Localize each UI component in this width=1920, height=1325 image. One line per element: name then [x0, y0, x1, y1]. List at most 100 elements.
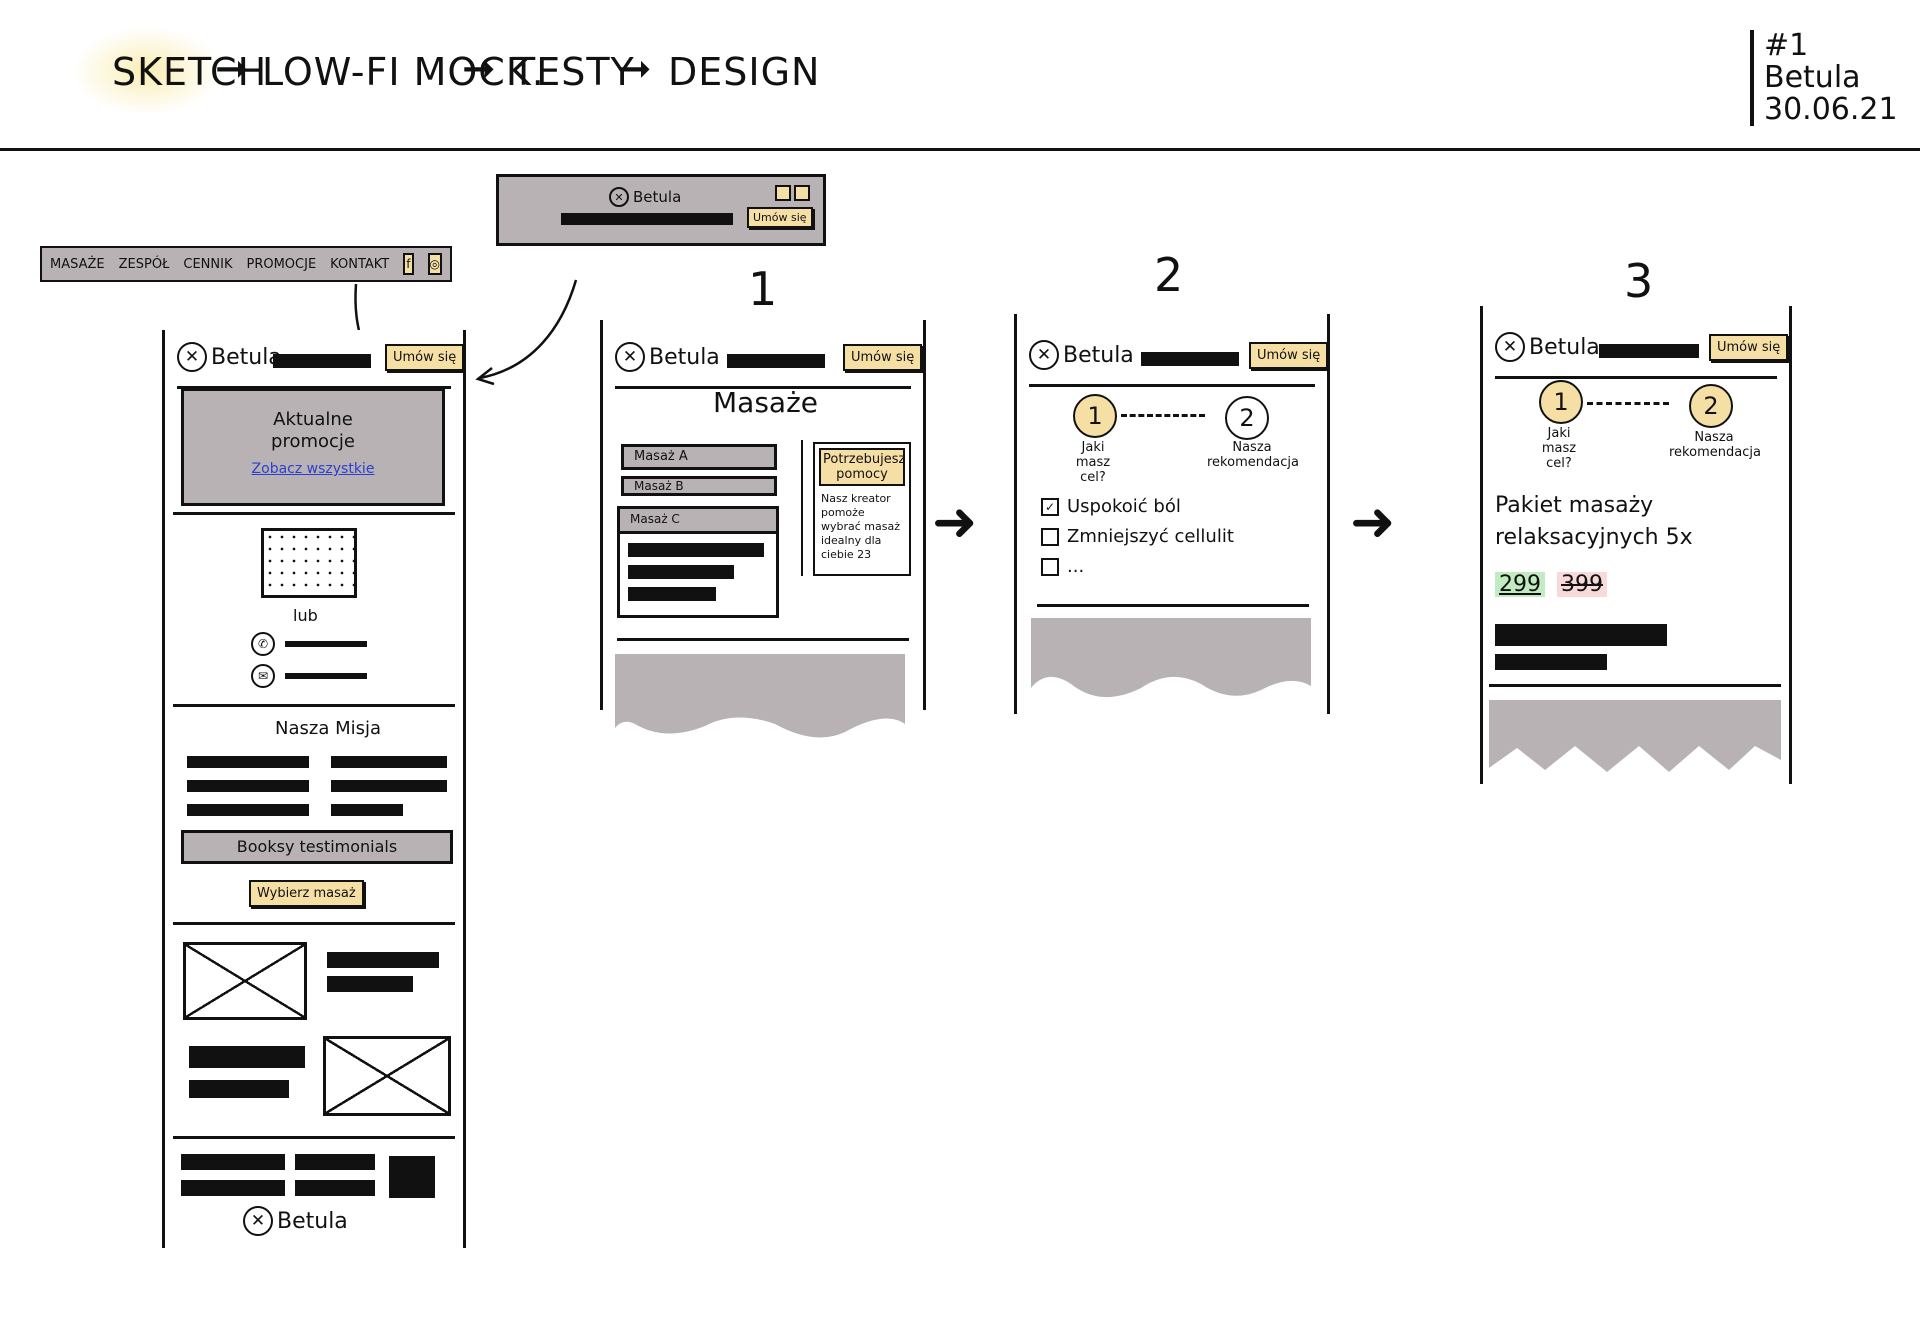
checkbox-icon[interactable] — [1041, 557, 1059, 576]
step-1-indicator: 1 — [1073, 394, 1117, 438]
nav-placeholder[interactable] — [727, 354, 825, 368]
footer-logo: ✕ Betula — [243, 1206, 348, 1236]
search-bar-placeholder[interactable] — [561, 213, 733, 225]
logo-icon: ✕ — [1495, 332, 1525, 362]
massage-item-b[interactable]: Masaż B — [621, 476, 777, 496]
facebook-icon[interactable]: f — [403, 253, 414, 275]
logo-icon: ✕ — [1029, 340, 1059, 370]
screen-logo: ✕ Betula — [1495, 332, 1600, 362]
feature-text-line — [327, 952, 439, 968]
email-icon[interactable]: ✉ — [251, 664, 275, 688]
screen-2-topbar: ✕ Betula Umów się — [1029, 332, 1329, 387]
book-button[interactable]: Umów się — [1709, 334, 1789, 361]
flow-step-lowfi: LOW-FI MOCK. — [262, 50, 545, 94]
phone-text-placeholder — [285, 641, 367, 647]
step-2-caption: Nasza rekomendacja — [1207, 440, 1299, 470]
section-divider — [173, 512, 455, 515]
nav-item-masaze[interactable]: MASAŻE — [50, 257, 105, 272]
book-button[interactable]: Umów się — [1249, 342, 1329, 369]
help-box[interactable]: Potrzebujesz pomocy Nasz kreator pomoże … — [813, 442, 911, 576]
home-topbar: ✕ Betula Umów się — [177, 334, 465, 389]
logo-icon: ✕ — [615, 342, 645, 372]
feature-text-line — [327, 976, 413, 992]
book-button[interactable]: Umów się — [747, 207, 813, 228]
section-divider — [173, 704, 455, 707]
instagram-icon[interactable]: ◎ — [427, 253, 442, 275]
footer-text-line — [295, 1180, 375, 1196]
sketch-date: 30.06.21 — [1764, 92, 1898, 127]
book-button[interactable]: Umów się — [385, 344, 465, 371]
screen-label: 2 — [1154, 248, 1184, 302]
email-text-placeholder — [285, 673, 367, 679]
logo-icon: ✕ — [177, 342, 207, 372]
screen-label: 3 — [1624, 254, 1654, 308]
option-3[interactable]: ... — [1041, 556, 1084, 577]
home-page-frame: ✕ Betula Umów się Aktualne promocje Zoba… — [162, 330, 466, 1248]
feature-text-line — [189, 1046, 305, 1068]
book-button[interactable]: Umów się — [843, 344, 923, 371]
logo-icon: ✕ — [609, 187, 629, 207]
option-2-label: Zmniejszyć cellulit — [1067, 526, 1234, 547]
testimonials-bar: Booksy testimonials — [181, 830, 453, 864]
facebook-icon[interactable] — [775, 185, 791, 201]
instagram-icon[interactable] — [794, 185, 810, 201]
price-row: 299 399 — [1495, 572, 1607, 597]
logo-text: Betula — [1063, 342, 1134, 368]
nav-placeholder[interactable] — [1141, 352, 1239, 366]
promo-banner: Aktualne promocje Zobacz wszystkie — [181, 388, 445, 506]
image-placeholder — [323, 1036, 451, 1116]
section-divider — [1037, 604, 1309, 607]
option-2[interactable]: Zmniejszyć cellulit — [1041, 526, 1234, 547]
choose-massage-button[interactable]: Wybierz masaż — [249, 880, 364, 907]
option-1[interactable]: ✓ Uspokoić ból — [1041, 496, 1181, 517]
screen-1-frame: ✕ Betula Umów się Masaże Masaż A Masaż B… — [600, 320, 926, 738]
map-placeholder — [261, 528, 357, 598]
price-new: 299 — [1495, 572, 1545, 597]
nav-item-zespol[interactable]: ZESPÓŁ — [119, 257, 170, 272]
step-1-caption: Jaki masz cel? — [1541, 426, 1577, 471]
massage-item-c-expanded[interactable]: Masaż C — [617, 506, 779, 618]
footer-block — [389, 1156, 435, 1198]
logo-text: Betula — [633, 188, 682, 206]
logo-text: Betula — [649, 344, 720, 370]
nav-placeholder[interactable] — [273, 354, 371, 368]
footer-text-line — [295, 1154, 375, 1170]
checkbox-icon[interactable] — [1041, 527, 1059, 546]
screen-label: 1 — [748, 262, 778, 316]
price-old: 399 — [1557, 572, 1607, 597]
section-divider — [1489, 684, 1781, 687]
step-2-caption: Nasza rekomendacja — [1669, 430, 1761, 460]
package-details-line — [1495, 624, 1667, 646]
step-1-indicator: 1 — [1539, 380, 1583, 424]
massage-item-c[interactable]: Masaż C — [620, 509, 776, 534]
mission-text-line — [331, 780, 447, 792]
checkbox-checked-icon[interactable]: ✓ — [1041, 497, 1059, 516]
nav-item-kontakt[interactable]: KONTAKT — [330, 257, 389, 272]
section-divider — [617, 638, 909, 641]
mobile-header-icons — [775, 185, 810, 201]
promo-title: Aktualne promocje — [271, 409, 355, 452]
screen-logo: ✕ Betula — [1029, 340, 1134, 370]
nav-item-promocje[interactable]: PROMOCJE — [246, 257, 316, 272]
package-title: Pakiet masaży relaksacyjnych 5x — [1495, 493, 1693, 550]
nav-placeholder[interactable] — [1599, 344, 1699, 358]
nav-item-cennik[interactable]: CENNIK — [183, 257, 232, 272]
flow-step-testy: TESTY — [512, 50, 635, 94]
phone-icon[interactable]: ✆ — [251, 632, 275, 656]
section-divider — [173, 922, 455, 925]
footer-text-line — [181, 1180, 285, 1196]
screen-logo: ✕ Betula — [615, 342, 720, 372]
flow-arrow-icon: ➜ — [932, 490, 978, 553]
mission-title: Nasza Misja — [275, 718, 382, 739]
or-label: lub — [293, 606, 318, 625]
feature-text-line — [189, 1080, 289, 1098]
massage-details-line — [628, 587, 716, 601]
screen-3-topbar: ✕ Betula Umów się — [1495, 324, 1789, 379]
promo-link[interactable]: Zobacz wszystkie — [184, 461, 442, 477]
footer-placeholder-shape — [1489, 700, 1781, 772]
logo-text: Betula — [1529, 334, 1600, 360]
massage-item-a[interactable]: Masaż A — [621, 444, 777, 470]
flow-arrow-icon: ➞ — [618, 46, 652, 92]
sketch-project: Betula — [1764, 60, 1861, 95]
mission-text-line — [187, 804, 309, 816]
